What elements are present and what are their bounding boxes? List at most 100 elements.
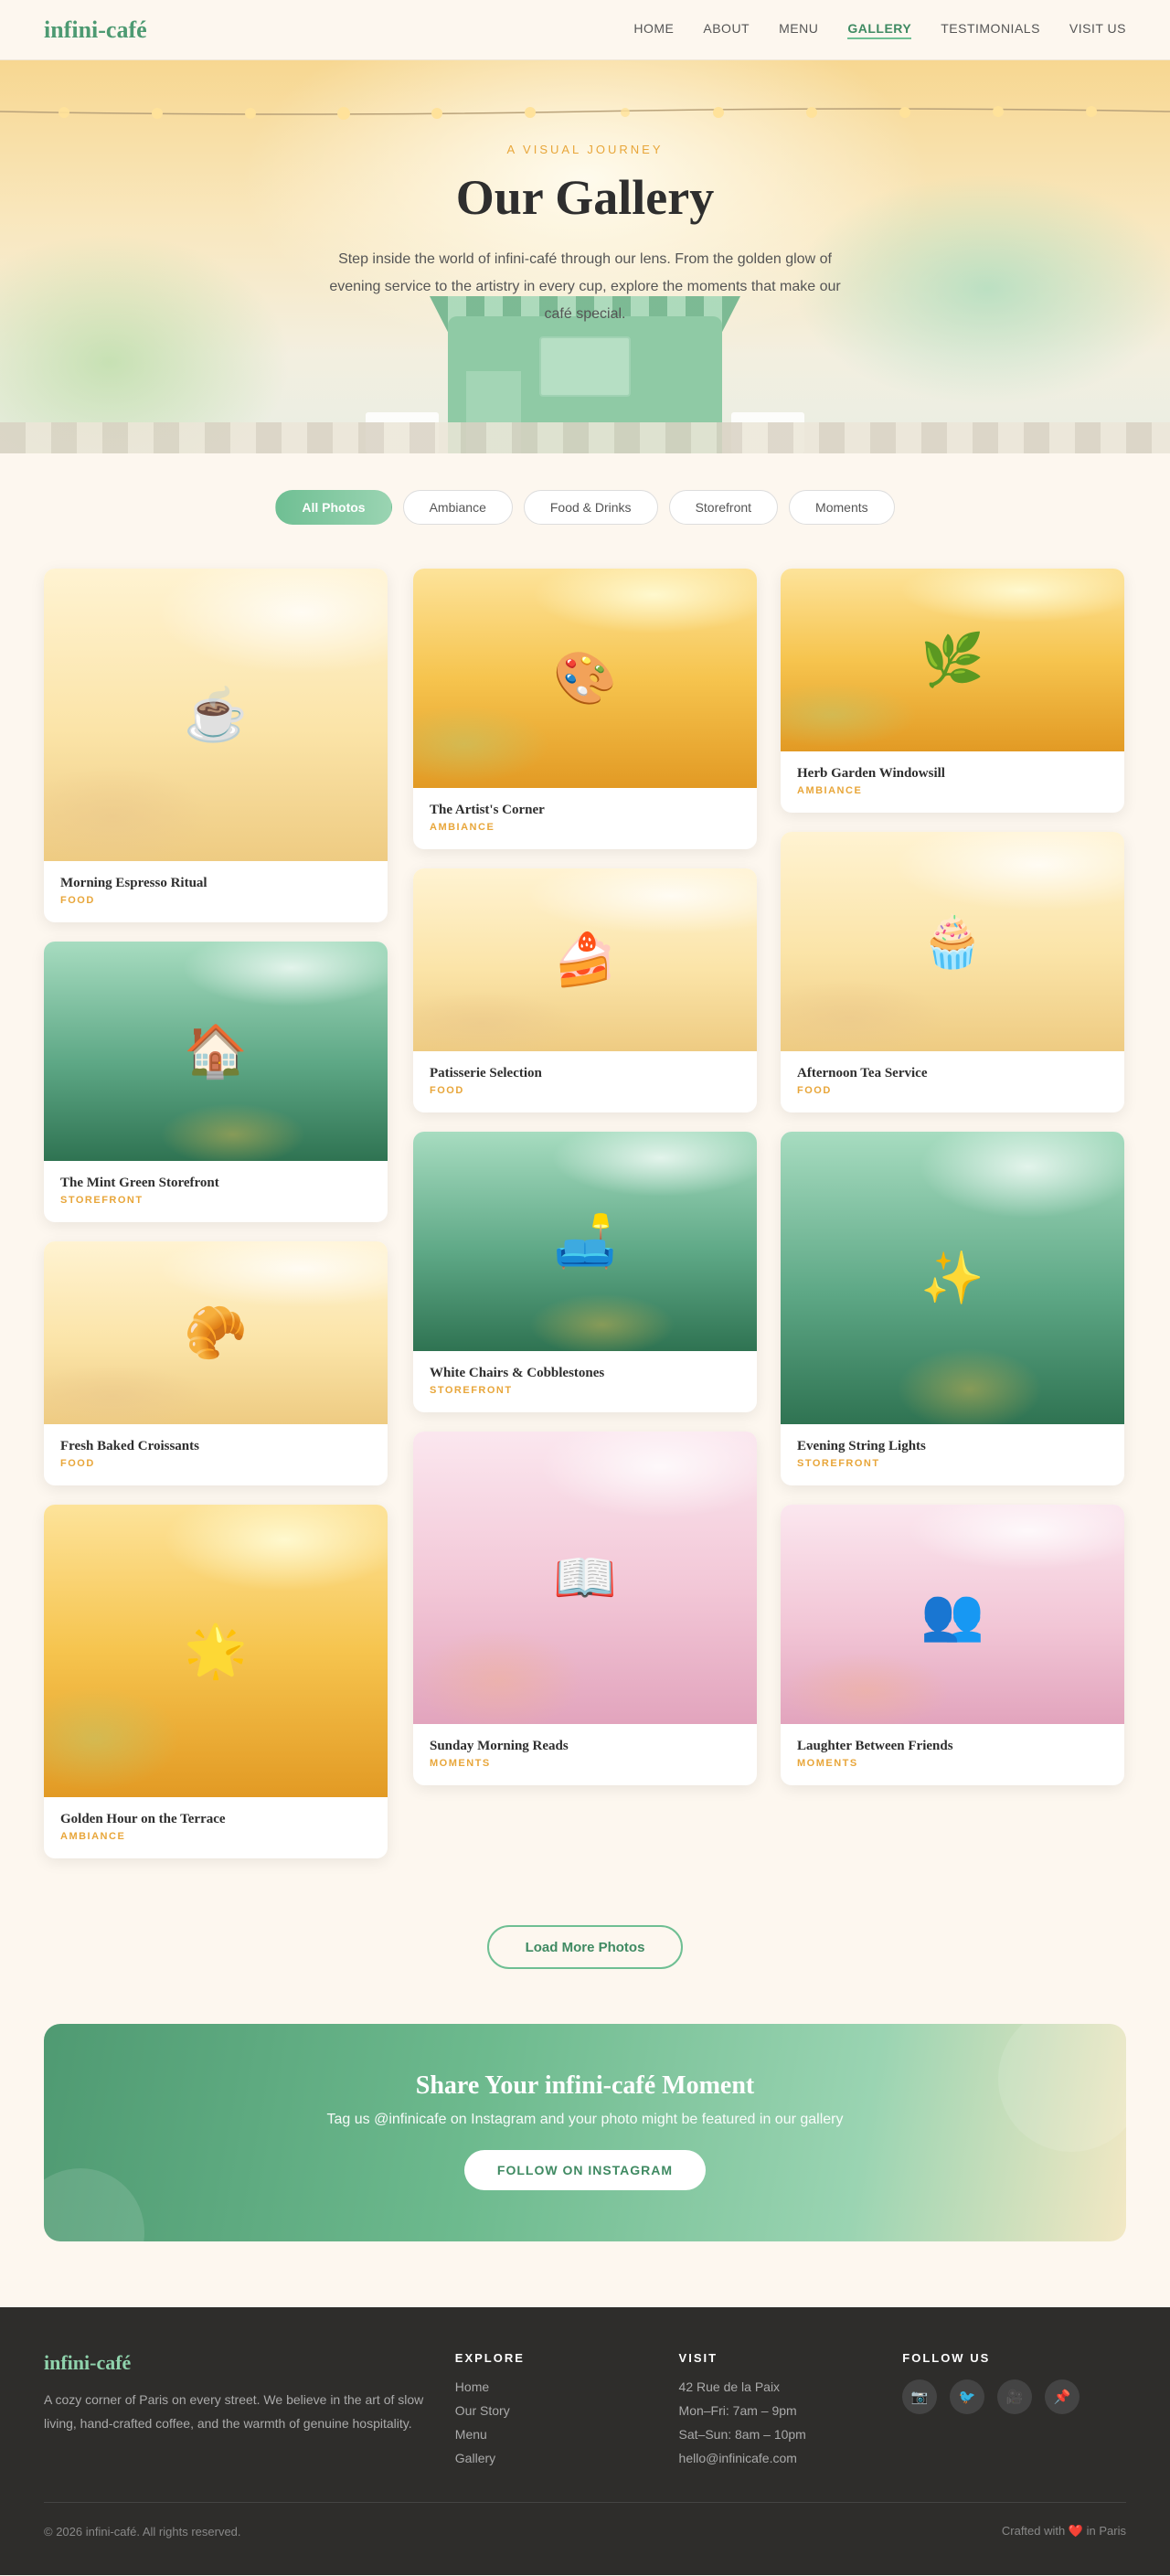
- footer-brand: infini-café A cozy corner of Paris on ev…: [44, 2351, 455, 2502]
- footer-email-link[interactable]: hello@infinicafe.com: [679, 2451, 903, 2465]
- card-title: Afternoon Tea Service: [797, 1066, 928, 1080]
- footer-logo[interactable]: infini-café: [44, 2351, 455, 2375]
- page-title: Our Gallery: [455, 170, 715, 225]
- card-category: AMBIANCE: [60, 1831, 126, 1842]
- footer-hours-weekday: Mon–Fri: 7am – 9pm: [678, 2403, 797, 2418]
- camera-icon[interactable]: 📷: [902, 2379, 938, 2414]
- share-banner: Share Your infini-café Moment Tag us @in…: [44, 2024, 1126, 2241]
- footer-address: 42 Rue de la Paix: [678, 2379, 781, 2394]
- filter-storefront[interactable]: Storefront: [668, 490, 779, 525]
- follow-instagram-button[interactable]: FOLLOW ON INSTAGRAM: [463, 2150, 707, 2190]
- gallery-card[interactable]: 🏠 The Mint Green Storefront STOREFRONT: [44, 942, 388, 1222]
- gallery-card[interactable]: 🧁 Afternoon Tea Service FOOD: [781, 832, 1124, 1112]
- card-body: The Artist's Corner AMBIANCE: [413, 788, 757, 849]
- card-body: Fresh Baked Croissants FOOD: [44, 1424, 388, 1485]
- crafted-note: Crafted with ❤️ in Paris: [1001, 2524, 1126, 2538]
- gallery-card[interactable]: 🥐 Fresh Baked Croissants FOOD: [44, 1241, 388, 1485]
- card-body: Golden Hour on the Terrace AMBIANCE: [44, 1797, 388, 1858]
- card-title: Sunday Morning Reads: [430, 1739, 569, 1753]
- card-title: The Mint Green Storefront: [60, 1176, 219, 1190]
- gallery-photo[interactable]: 📖: [413, 1432, 757, 1724]
- nav-link-testimonials[interactable]: TESTIMONIALS: [941, 21, 1040, 39]
- filter-ambiance[interactable]: Ambiance: [402, 490, 513, 525]
- footer-link-menu[interactable]: Menu: [455, 2427, 679, 2442]
- star-icon: 🌟: [184, 1622, 248, 1679]
- card-body: Laughter Between Friends MOMENTS: [781, 1724, 1124, 1785]
- share-subtitle: Tag us @infinicafe on Instagram and your…: [326, 2112, 844, 2127]
- filter-bar: All Photos Ambiance Food & Drinks Storef…: [0, 490, 1170, 525]
- gallery-photo[interactable]: ✨: [781, 1132, 1124, 1424]
- cake-icon: 🍰: [553, 931, 617, 988]
- filter-all-photos[interactable]: All Photos: [275, 490, 392, 525]
- sparkles-icon: ✨: [920, 1249, 984, 1306]
- card-category: FOOD: [797, 1085, 832, 1096]
- gallery-photo[interactable]: 🌟: [44, 1505, 388, 1797]
- card-title: Morning Espresso Ritual: [60, 876, 207, 890]
- herb-icon: 🌿: [920, 631, 984, 688]
- card-category: MOMENTS: [797, 1758, 858, 1769]
- card-category: FOOD: [430, 1085, 464, 1096]
- card-body: Afternoon Tea Service FOOD: [781, 1051, 1124, 1112]
- card-title: White Chairs & Cobblestones: [430, 1366, 605, 1380]
- video-camera-icon[interactable]: 🎥: [997, 2379, 1033, 2414]
- footer-link-gallery[interactable]: Gallery: [455, 2451, 679, 2465]
- gallery-photo[interactable]: 🧁: [781, 832, 1124, 1051]
- card-category: MOMENTS: [430, 1758, 491, 1769]
- people-icon: 👥: [920, 1585, 984, 1643]
- house-icon: 🏠: [184, 1022, 248, 1080]
- nav-link-menu[interactable]: MENU: [779, 21, 818, 39]
- couch-icon: 🛋️: [553, 1212, 617, 1270]
- gallery-photo[interactable]: 🍰: [413, 868, 757, 1051]
- gallery-photo[interactable]: 👥: [781, 1505, 1124, 1724]
- top-nav: infini-café HOME ABOUT MENU GALLERY TEST…: [0, 0, 1170, 60]
- nav-link-gallery[interactable]: GALLERY: [847, 21, 912, 39]
- card-category: STOREFRONT: [60, 1195, 144, 1206]
- nav-link-about[interactable]: ABOUT: [703, 21, 750, 39]
- card-category: STOREFRONT: [430, 1385, 513, 1396]
- gallery-card[interactable]: ✨ Evening String Lights STOREFRONT: [781, 1132, 1124, 1485]
- gallery-photo[interactable]: ☕: [44, 569, 388, 861]
- card-body: Morning Espresso Ritual FOOD: [44, 861, 388, 922]
- gallery-photo[interactable]: 🥐: [44, 1241, 388, 1424]
- card-title: Laughter Between Friends: [797, 1739, 953, 1753]
- gallery-card[interactable]: 🛋️ White Chairs & Cobblestones STOREFRONT: [413, 1132, 757, 1412]
- footer-link-our-story[interactable]: Our Story: [455, 2403, 679, 2418]
- gallery-card[interactable]: ☕ Morning Espresso Ritual FOOD: [44, 569, 388, 922]
- gallery-card[interactable]: 📖 Sunday Morning Reads MOMENTS: [413, 1432, 757, 1785]
- gallery-card[interactable]: 🍰 Patisserie Selection FOOD: [413, 868, 757, 1112]
- gallery-photo[interactable]: 🛋️: [413, 1132, 757, 1351]
- pushpin-icon[interactable]: 📌: [1045, 2379, 1080, 2414]
- filter-moments[interactable]: Moments: [789, 490, 895, 525]
- card-body: White Chairs & Cobblestones STOREFRONT: [413, 1351, 757, 1412]
- nav-links: HOME ABOUT MENU GALLERY TESTIMONIALS VIS…: [633, 21, 1126, 39]
- gallery-card[interactable]: 🎨 The Artist's Corner AMBIANCE: [413, 569, 757, 849]
- card-title: Fresh Baked Croissants: [60, 1439, 199, 1453]
- croissant-icon: 🥐: [184, 1304, 248, 1361]
- social-links: 📷 🐦 🎥 📌: [902, 2379, 1126, 2414]
- bird-icon[interactable]: 🐦: [950, 2379, 985, 2414]
- footer-follow: FOLLOW US 📷 🐦 🎥 📌: [902, 2351, 1126, 2502]
- card-title: Golden Hour on the Terrace: [60, 1812, 226, 1826]
- copyright: © 2026 infini-café. All rights reserved.: [44, 2524, 241, 2539]
- gallery-card[interactable]: 🌿 Herb Garden Windowsill AMBIANCE: [781, 569, 1124, 813]
- gallery-photo[interactable]: 🏠: [44, 942, 388, 1161]
- load-more-button[interactable]: Load More Photos: [486, 1925, 684, 1969]
- site-logo[interactable]: infini-café: [44, 16, 147, 44]
- decor-circle: [998, 2024, 1126, 2152]
- gallery-photo[interactable]: 🌿: [781, 569, 1124, 751]
- footer-bottom: © 2026 infini-café. All rights reserved.…: [44, 2503, 1126, 2560]
- footer-hours-weekend: Sat–Sun: 8am – 10pm: [678, 2427, 806, 2442]
- gallery-card[interactable]: 🌟 Golden Hour on the Terrace AMBIANCE: [44, 1505, 388, 1858]
- card-title: The Artist's Corner: [430, 803, 545, 817]
- hero-subtitle: Step inside the world of infini-café thr…: [329, 251, 841, 322]
- card-title: Patisserie Selection: [430, 1066, 542, 1080]
- filter-food-drinks[interactable]: Food & Drinks: [523, 490, 658, 525]
- nav-link-visit-us[interactable]: VISIT US: [1069, 21, 1126, 39]
- card-category: FOOD: [60, 1458, 95, 1469]
- gallery-card[interactable]: 👥 Laughter Between Friends MOMENTS: [781, 1505, 1124, 1785]
- gallery-photo[interactable]: 🎨: [413, 569, 757, 788]
- nav-link-home[interactable]: HOME: [633, 21, 674, 39]
- footer-link-home[interactable]: Home: [455, 2379, 679, 2394]
- hero-eyebrow: A VISUAL JOURNEY: [506, 143, 664, 156]
- card-title: Herb Garden Windowsill: [797, 766, 945, 781]
